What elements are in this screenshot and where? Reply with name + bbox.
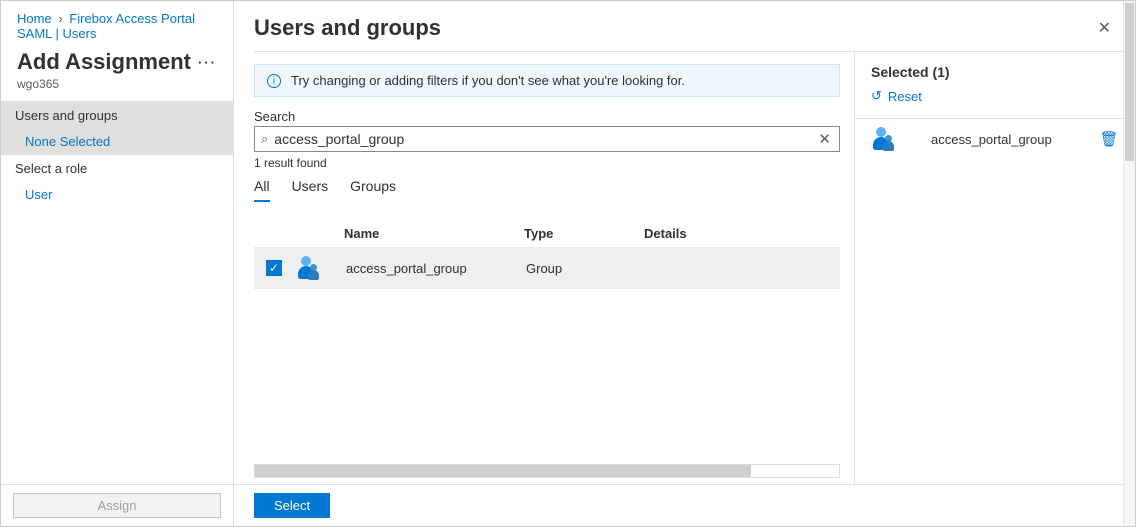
reset-icon: ↺ bbox=[871, 88, 882, 104]
chevron-sep: › bbox=[58, 11, 62, 26]
sidebar-item-users-groups[interactable]: Users and groups bbox=[1, 101, 233, 129]
group-icon bbox=[871, 127, 897, 151]
sidebar-item-select-role[interactable]: Select a role bbox=[1, 154, 233, 182]
search-input[interactable] bbox=[274, 131, 816, 147]
clear-icon[interactable]: ✕ bbox=[816, 130, 833, 148]
selected-header: Selected (1) bbox=[871, 64, 1119, 80]
tab-groups[interactable]: Groups bbox=[350, 178, 396, 202]
tenant-subtitle: wgo365 bbox=[1, 77, 233, 101]
row-type: Group bbox=[526, 261, 646, 276]
horizontal-scrollbar[interactable] bbox=[254, 464, 840, 478]
selected-item[interactable]: access_portal_group 🗑 bbox=[871, 119, 1119, 159]
info-text: Try changing or adding filters if you do… bbox=[291, 73, 685, 88]
vertical-scrollbar[interactable] bbox=[1123, 1, 1135, 526]
result-count: 1 result found bbox=[254, 156, 840, 170]
tab-all[interactable]: All bbox=[254, 178, 270, 202]
row-name: access_portal_group bbox=[346, 261, 526, 276]
table-row[interactable]: ✓ access_portal_group Group bbox=[254, 248, 840, 289]
info-banner: i Try changing or adding filters if you … bbox=[254, 64, 840, 97]
breadcrumb-home[interactable]: Home bbox=[17, 11, 52, 26]
delete-icon[interactable]: 🗑 bbox=[1099, 130, 1119, 148]
select-button[interactable]: Select bbox=[254, 493, 330, 518]
group-icon bbox=[296, 256, 322, 280]
selected-name: access_portal_group bbox=[931, 132, 1099, 147]
search-label: Search bbox=[254, 109, 840, 124]
more-menu[interactable]: ··· bbox=[198, 55, 217, 70]
row-checkbox[interactable]: ✓ bbox=[266, 260, 282, 276]
tab-users[interactable]: Users bbox=[292, 178, 329, 202]
header-details: Details bbox=[644, 226, 840, 241]
table-header: Name Type Details bbox=[254, 226, 840, 248]
sidebar-value-role[interactable]: User bbox=[1, 182, 233, 207]
header-type: Type bbox=[524, 226, 644, 241]
page-title: Add Assignment bbox=[17, 49, 194, 75]
search-input-wrap[interactable]: ⌕ ✕ bbox=[254, 126, 840, 152]
header-name: Name bbox=[344, 226, 524, 241]
search-icon: ⌕ bbox=[261, 131, 268, 147]
reset-button[interactable]: ↺ Reset bbox=[871, 88, 1119, 104]
blade-title: Users and groups bbox=[254, 15, 1094, 41]
info-icon: i bbox=[267, 74, 281, 88]
assign-button[interactable]: Assign bbox=[13, 493, 221, 518]
sidebar-value-users-groups[interactable]: None Selected bbox=[1, 129, 233, 154]
breadcrumb: Home › Firebox Access Portal SAML | User… bbox=[1, 1, 233, 45]
close-icon[interactable]: ✕ bbox=[1094, 18, 1115, 38]
